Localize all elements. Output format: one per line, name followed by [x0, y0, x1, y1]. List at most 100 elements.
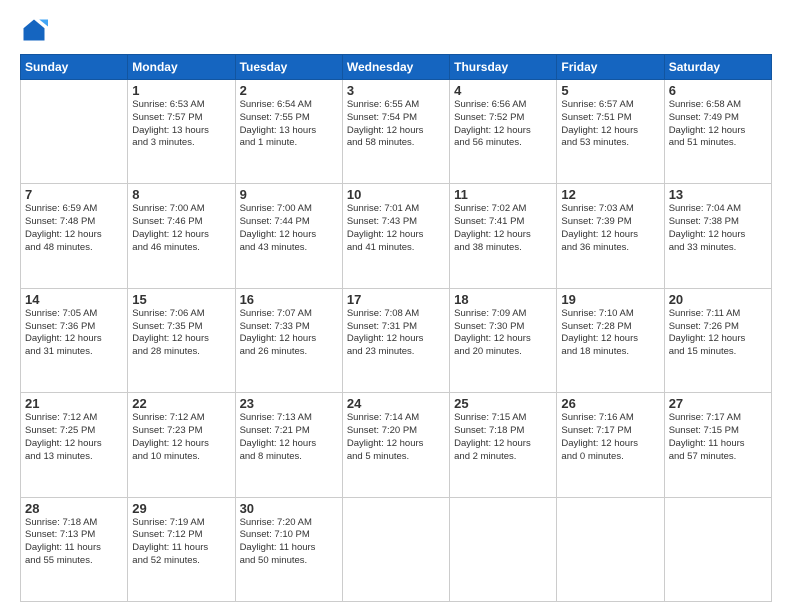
day-number: 15: [132, 292, 230, 307]
day-info: Sunrise: 7:03 AM Sunset: 7:39 PM Dayligh…: [561, 203, 659, 254]
day-number: 20: [669, 292, 767, 307]
day-of-week-header: Tuesday: [235, 55, 342, 80]
day-info: Sunrise: 7:07 AM Sunset: 7:33 PM Dayligh…: [240, 308, 338, 359]
calendar-cell: [664, 497, 771, 601]
calendar-cell: 22Sunrise: 7:12 AM Sunset: 7:23 PM Dayli…: [128, 393, 235, 497]
day-info: Sunrise: 6:55 AM Sunset: 7:54 PM Dayligh…: [347, 99, 445, 150]
day-number: 22: [132, 396, 230, 411]
calendar-cell: [21, 80, 128, 184]
day-of-week-header: Monday: [128, 55, 235, 80]
day-info: Sunrise: 7:12 AM Sunset: 7:23 PM Dayligh…: [132, 412, 230, 463]
day-number: 14: [25, 292, 123, 307]
calendar-cell: 6Sunrise: 6:58 AM Sunset: 7:49 PM Daylig…: [664, 80, 771, 184]
calendar-cell: 25Sunrise: 7:15 AM Sunset: 7:18 PM Dayli…: [450, 393, 557, 497]
day-number: 6: [669, 83, 767, 98]
calendar-cell: 7Sunrise: 6:59 AM Sunset: 7:48 PM Daylig…: [21, 184, 128, 288]
calendar-cell: 13Sunrise: 7:04 AM Sunset: 7:38 PM Dayli…: [664, 184, 771, 288]
calendar-cell: [557, 497, 664, 601]
header: [20, 16, 772, 44]
calendar-cell: 2Sunrise: 6:54 AM Sunset: 7:55 PM Daylig…: [235, 80, 342, 184]
day-info: Sunrise: 6:53 AM Sunset: 7:57 PM Dayligh…: [132, 99, 230, 150]
logo: [20, 16, 52, 44]
calendar-cell: 23Sunrise: 7:13 AM Sunset: 7:21 PM Dayli…: [235, 393, 342, 497]
day-info: Sunrise: 7:10 AM Sunset: 7:28 PM Dayligh…: [561, 308, 659, 359]
day-number: 12: [561, 187, 659, 202]
calendar-week-row: 1Sunrise: 6:53 AM Sunset: 7:57 PM Daylig…: [21, 80, 772, 184]
calendar-week-row: 14Sunrise: 7:05 AM Sunset: 7:36 PM Dayli…: [21, 288, 772, 392]
day-info: Sunrise: 7:11 AM Sunset: 7:26 PM Dayligh…: [669, 308, 767, 359]
day-number: 7: [25, 187, 123, 202]
calendar-cell: [342, 497, 449, 601]
day-info: Sunrise: 7:08 AM Sunset: 7:31 PM Dayligh…: [347, 308, 445, 359]
calendar-cell: 20Sunrise: 7:11 AM Sunset: 7:26 PM Dayli…: [664, 288, 771, 392]
day-info: Sunrise: 7:17 AM Sunset: 7:15 PM Dayligh…: [669, 412, 767, 463]
day-number: 27: [669, 396, 767, 411]
day-info: Sunrise: 7:00 AM Sunset: 7:44 PM Dayligh…: [240, 203, 338, 254]
day-info: Sunrise: 7:04 AM Sunset: 7:38 PM Dayligh…: [669, 203, 767, 254]
day-info: Sunrise: 7:20 AM Sunset: 7:10 PM Dayligh…: [240, 517, 338, 568]
day-number: 3: [347, 83, 445, 98]
day-info: Sunrise: 6:56 AM Sunset: 7:52 PM Dayligh…: [454, 99, 552, 150]
day-number: 13: [669, 187, 767, 202]
day-info: Sunrise: 7:01 AM Sunset: 7:43 PM Dayligh…: [347, 203, 445, 254]
day-info: Sunrise: 7:00 AM Sunset: 7:46 PM Dayligh…: [132, 203, 230, 254]
day-info: Sunrise: 6:59 AM Sunset: 7:48 PM Dayligh…: [25, 203, 123, 254]
day-number: 8: [132, 187, 230, 202]
day-number: 30: [240, 501, 338, 516]
day-info: Sunrise: 7:13 AM Sunset: 7:21 PM Dayligh…: [240, 412, 338, 463]
calendar-cell: 19Sunrise: 7:10 AM Sunset: 7:28 PM Dayli…: [557, 288, 664, 392]
day-info: Sunrise: 7:19 AM Sunset: 7:12 PM Dayligh…: [132, 517, 230, 568]
calendar-cell: 8Sunrise: 7:00 AM Sunset: 7:46 PM Daylig…: [128, 184, 235, 288]
day-info: Sunrise: 7:12 AM Sunset: 7:25 PM Dayligh…: [25, 412, 123, 463]
calendar-header-row: SundayMondayTuesdayWednesdayThursdayFrid…: [21, 55, 772, 80]
day-number: 28: [25, 501, 123, 516]
day-of-week-header: Sunday: [21, 55, 128, 80]
calendar-cell: 14Sunrise: 7:05 AM Sunset: 7:36 PM Dayli…: [21, 288, 128, 392]
day-number: 16: [240, 292, 338, 307]
calendar-table: SundayMondayTuesdayWednesdayThursdayFrid…: [20, 54, 772, 602]
day-number: 1: [132, 83, 230, 98]
day-number: 2: [240, 83, 338, 98]
calendar-cell: 30Sunrise: 7:20 AM Sunset: 7:10 PM Dayli…: [235, 497, 342, 601]
day-info: Sunrise: 7:06 AM Sunset: 7:35 PM Dayligh…: [132, 308, 230, 359]
calendar-cell: 9Sunrise: 7:00 AM Sunset: 7:44 PM Daylig…: [235, 184, 342, 288]
calendar-cell: 29Sunrise: 7:19 AM Sunset: 7:12 PM Dayli…: [128, 497, 235, 601]
day-info: Sunrise: 7:15 AM Sunset: 7:18 PM Dayligh…: [454, 412, 552, 463]
calendar-cell: 26Sunrise: 7:16 AM Sunset: 7:17 PM Dayli…: [557, 393, 664, 497]
day-number: 29: [132, 501, 230, 516]
calendar-week-row: 7Sunrise: 6:59 AM Sunset: 7:48 PM Daylig…: [21, 184, 772, 288]
calendar-cell: 4Sunrise: 6:56 AM Sunset: 7:52 PM Daylig…: [450, 80, 557, 184]
day-number: 10: [347, 187, 445, 202]
day-of-week-header: Saturday: [664, 55, 771, 80]
day-info: Sunrise: 6:58 AM Sunset: 7:49 PM Dayligh…: [669, 99, 767, 150]
day-info: Sunrise: 7:18 AM Sunset: 7:13 PM Dayligh…: [25, 517, 123, 568]
day-number: 25: [454, 396, 552, 411]
calendar-cell: 15Sunrise: 7:06 AM Sunset: 7:35 PM Dayli…: [128, 288, 235, 392]
day-number: 23: [240, 396, 338, 411]
day-number: 17: [347, 292, 445, 307]
day-info: Sunrise: 7:14 AM Sunset: 7:20 PM Dayligh…: [347, 412, 445, 463]
calendar-cell: 27Sunrise: 7:17 AM Sunset: 7:15 PM Dayli…: [664, 393, 771, 497]
day-number: 19: [561, 292, 659, 307]
day-info: Sunrise: 7:02 AM Sunset: 7:41 PM Dayligh…: [454, 203, 552, 254]
calendar-cell: 12Sunrise: 7:03 AM Sunset: 7:39 PM Dayli…: [557, 184, 664, 288]
calendar-cell: 10Sunrise: 7:01 AM Sunset: 7:43 PM Dayli…: [342, 184, 449, 288]
day-of-week-header: Thursday: [450, 55, 557, 80]
calendar-cell: 18Sunrise: 7:09 AM Sunset: 7:30 PM Dayli…: [450, 288, 557, 392]
calendar-cell: 11Sunrise: 7:02 AM Sunset: 7:41 PM Dayli…: [450, 184, 557, 288]
calendar-cell: 16Sunrise: 7:07 AM Sunset: 7:33 PM Dayli…: [235, 288, 342, 392]
day-info: Sunrise: 7:09 AM Sunset: 7:30 PM Dayligh…: [454, 308, 552, 359]
day-info: Sunrise: 6:57 AM Sunset: 7:51 PM Dayligh…: [561, 99, 659, 150]
day-number: 4: [454, 83, 552, 98]
day-info: Sunrise: 6:54 AM Sunset: 7:55 PM Dayligh…: [240, 99, 338, 150]
day-number: 21: [25, 396, 123, 411]
day-of-week-header: Friday: [557, 55, 664, 80]
calendar-cell: [450, 497, 557, 601]
day-number: 9: [240, 187, 338, 202]
day-info: Sunrise: 7:05 AM Sunset: 7:36 PM Dayligh…: [25, 308, 123, 359]
day-number: 5: [561, 83, 659, 98]
calendar-week-row: 21Sunrise: 7:12 AM Sunset: 7:25 PM Dayli…: [21, 393, 772, 497]
calendar-cell: 5Sunrise: 6:57 AM Sunset: 7:51 PM Daylig…: [557, 80, 664, 184]
logo-icon: [20, 16, 48, 44]
day-number: 11: [454, 187, 552, 202]
